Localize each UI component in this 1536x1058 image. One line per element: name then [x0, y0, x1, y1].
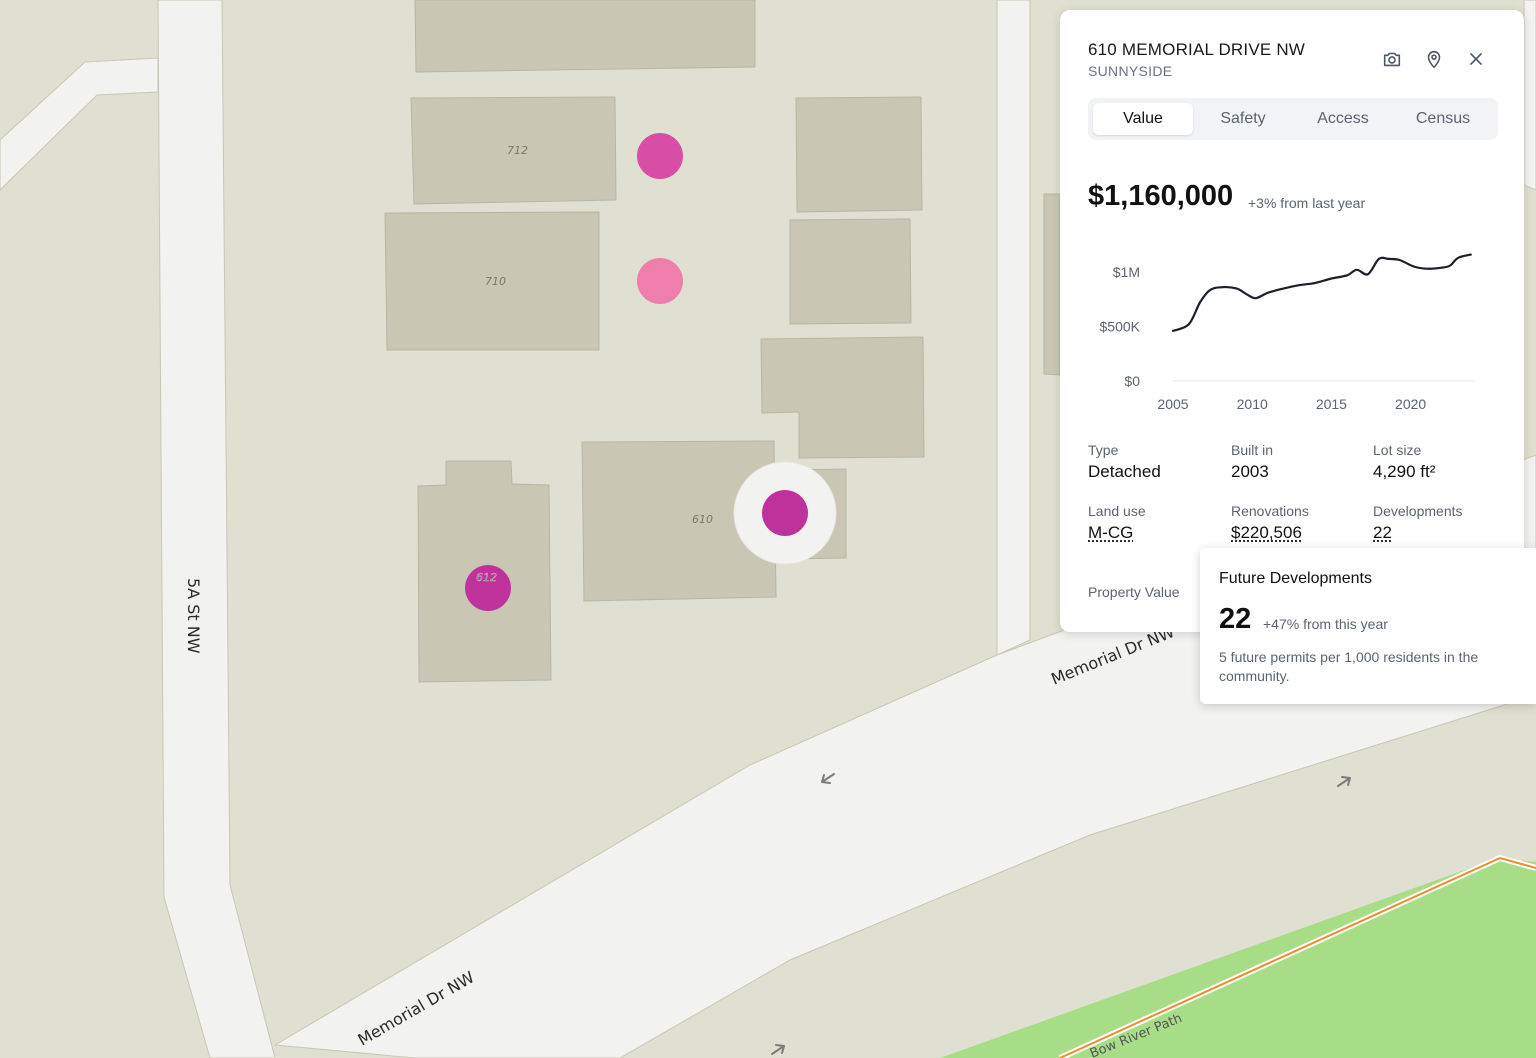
stat-built-in: Built in 2003 — [1231, 442, 1361, 482]
stat-value: 4,290 ft² — [1373, 462, 1436, 481]
property-marker[interactable] — [637, 258, 683, 304]
lot-label-712: 712 — [507, 144, 528, 157]
stat-lot-size: Lot size 4,290 ft² — [1373, 442, 1503, 482]
y-tick-label: $1M — [1113, 264, 1140, 280]
camera-icon[interactable] — [1381, 48, 1403, 70]
stat-value: Detached — [1088, 462, 1161, 481]
tooltip-change: +47% from this year — [1263, 616, 1388, 632]
stat-renovations: Renovations $220,506 — [1231, 503, 1361, 543]
stat-label: Built in — [1231, 442, 1274, 458]
map-pin-icon[interactable] — [1423, 48, 1445, 70]
stat-land-use: Land use M-CG — [1088, 503, 1218, 543]
value-history-line — [1171, 253, 1472, 332]
stat-type: Type Detached — [1088, 442, 1218, 482]
stat-developments: Developments 22 — [1373, 503, 1503, 543]
lot-label-610: 610 — [692, 513, 713, 526]
property-value-label: Property Value — [1088, 584, 1180, 600]
y-tick-label: $0 — [1124, 373, 1140, 389]
close-icon[interactable] — [1465, 48, 1487, 70]
land-use-link[interactable]: M-CG — [1088, 523, 1218, 543]
property-marker[interactable] — [637, 133, 683, 179]
tooltip-title: Future Developments — [1219, 570, 1372, 587]
stat-label: Land use — [1088, 503, 1146, 519]
stat-label: Type — [1088, 442, 1119, 458]
price-change: +3% from last year — [1248, 195, 1366, 211]
x-tick-label: 2010 — [1237, 396, 1268, 412]
building — [789, 218, 912, 325]
tab-census[interactable]: Census — [1393, 103, 1493, 135]
x-tick-label: 2020 — [1395, 396, 1426, 412]
street-label-5a-st: 5A St NW — [184, 578, 203, 654]
tab-bar: Value Safety Access Census — [1088, 98, 1498, 140]
stat-label: Developments — [1373, 503, 1463, 519]
building — [795, 96, 923, 213]
tooltip-value: 22 — [1219, 603, 1252, 635]
lot-label-612: 612 — [476, 571, 497, 584]
tooltip-description: 5 future permits per 1,000 residents in … — [1219, 649, 1479, 684]
developments-tooltip: Future Developments 22 +47% from this ye… — [1200, 548, 1536, 704]
tab-value[interactable]: Value — [1093, 103, 1193, 135]
property-address: 610 MEMORIAL DRIVE NW — [1088, 40, 1306, 59]
tab-safety[interactable]: Safety — [1193, 103, 1293, 135]
tab-access[interactable]: Access — [1293, 103, 1393, 135]
x-tick-label: 2015 — [1316, 396, 1347, 412]
x-tick-label: 2005 — [1157, 396, 1188, 412]
lot-label-710: 710 — [485, 275, 506, 288]
stat-label: Renovations — [1231, 503, 1309, 519]
property-price: $1,160,000 — [1088, 180, 1234, 212]
stat-value: 2003 — [1231, 462, 1269, 481]
selected-property-marker[interactable] — [762, 490, 808, 536]
value-history-chart: $0 $500K $1M 2005 2010 2015 2020 — [1100, 253, 1474, 412]
renovations-link[interactable]: $220,506 — [1231, 523, 1361, 543]
building — [414, 0, 756, 73]
y-tick-label: $500K — [1100, 319, 1141, 335]
road-right-vertical — [996, 0, 1031, 656]
road-right-column — [1523, 0, 1536, 191]
building — [1043, 193, 1061, 376]
property-panel: 610 MEMORIAL DRIVE NW SUNNYSIDE Value Sa… — [1060, 10, 1524, 632]
developments-link[interactable]: 22 — [1373, 523, 1503, 543]
stat-label: Lot size — [1373, 442, 1422, 458]
neighborhood-name: SUNNYSIDE — [1088, 63, 1173, 79]
